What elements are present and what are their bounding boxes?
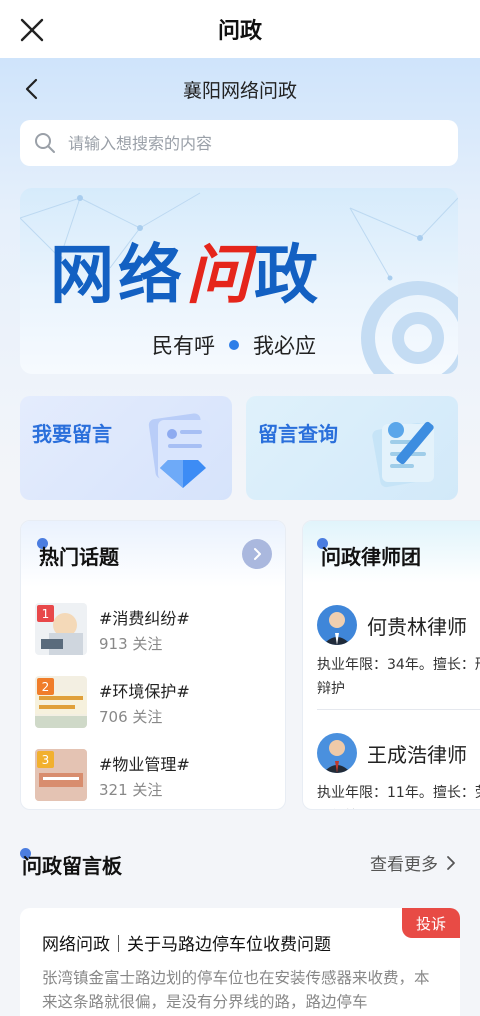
banner-title-part1: 网络 xyxy=(50,238,186,313)
avatar xyxy=(317,733,357,773)
leave-message-label: 我要留言 xyxy=(32,422,112,446)
banner-title-part3: 政 xyxy=(254,238,322,313)
divider xyxy=(317,709,480,710)
topic-item[interactable]: 2 #环境保护# 706 关注 xyxy=(35,676,275,736)
topic-rank: 1 xyxy=(37,605,54,622)
at-sign-decoration xyxy=(361,281,458,374)
complaint-badge: 投诉 xyxy=(402,908,460,938)
search-bar[interactable] xyxy=(20,120,458,166)
top-bar: 问政 xyxy=(0,0,480,58)
lawyer-name: 何贵林律师 xyxy=(367,615,467,639)
avatar xyxy=(317,605,357,645)
chevron-right-icon xyxy=(254,548,261,560)
lawyer-team-title: 问政律师团 xyxy=(321,545,421,569)
topic-follow-count: 706 关注 xyxy=(99,708,163,726)
search-input[interactable] xyxy=(68,133,428,153)
leave-message-button[interactable]: 我要留言 xyxy=(20,396,232,500)
main-content[interactable]: 襄阳网络问政 网络问政 民有呼 xyxy=(0,58,480,1016)
topic-name: #环境保护# xyxy=(99,682,190,701)
lawyer-team-card: 问政律师团 何贵林律师 执业年限：34年。擅长：刑事辩护 王成浩律师 执业年限：… xyxy=(302,520,480,810)
hot-topics-more-button[interactable] xyxy=(242,539,272,569)
sub-title: 襄阳网络问政 xyxy=(182,79,297,102)
chevron-right-icon xyxy=(447,855,455,870)
topic-item[interactable]: 1 #消费纠纷# 913 关注 xyxy=(35,603,275,663)
topic-rank: 2 xyxy=(37,678,54,695)
hot-topics-card: 热门话题 1 #消费纠纷# 913 关注 2 #环境保护# 706 关注 3 #… xyxy=(20,520,286,810)
sub-header: 襄阳网络问政 xyxy=(0,58,480,120)
message-card[interactable]: 网络问政｜关于马路边停车位收费问题 投诉 张湾镇金富士路边划的停车位也在安装传感… xyxy=(20,908,460,1016)
slogan-left: 民有呼 xyxy=(152,334,215,358)
banner-slogan: 民有呼 我必应 xyxy=(152,330,316,360)
diamond-card-icon xyxy=(148,413,210,488)
topic-item[interactable]: 3 #物业管理# 321 关注 xyxy=(35,749,275,809)
lawyer-desc: 执业年限：11年。擅长：劳动纠纷等 xyxy=(317,785,480,801)
document-pen-icon xyxy=(372,421,434,488)
message-board-title: 问政留言板 xyxy=(22,854,122,878)
view-more-link[interactable]: 查看更多 xyxy=(370,850,456,875)
back-icon[interactable] xyxy=(20,77,44,101)
search-icon xyxy=(35,133,55,153)
slogan-dot xyxy=(229,340,239,350)
view-more-label: 查看更多 xyxy=(370,855,438,875)
topic-follow-count: 913 关注 xyxy=(99,635,163,653)
message-query-button[interactable]: 留言查询 xyxy=(246,396,458,500)
topic-rank: 3 xyxy=(37,751,54,768)
message-title: 网络问政｜关于马路边停车位收费问题 xyxy=(42,935,331,955)
message-board-header: 问政留言板 查看更多 xyxy=(0,826,480,878)
lawyer-name: 王成浩律师 xyxy=(367,743,467,767)
slogan-right: 我必应 xyxy=(253,334,316,358)
banner-title-part2: 问 xyxy=(186,238,254,313)
topic-name: #物业管理# xyxy=(99,755,190,774)
close-icon[interactable] xyxy=(18,16,46,44)
message-body: 张湾镇金富士路边划的停车位也在安装传感器来收费，本来这条路就很偏，是没有分界线的… xyxy=(42,969,430,1011)
banner[interactable]: 网络问政 民有呼 我必应 xyxy=(20,188,458,374)
message-query-label: 留言查询 xyxy=(258,422,338,446)
page-title: 问政 xyxy=(217,19,262,44)
lawyer-desc: 执业年限：34年。擅长：刑事辩护 xyxy=(317,657,480,697)
banner-title: 网络问政 xyxy=(50,224,322,316)
topic-name: #消费纠纷# xyxy=(99,609,190,628)
hot-topics-title: 热门话题 xyxy=(39,545,119,569)
topic-follow-count: 321 关注 xyxy=(99,781,163,799)
